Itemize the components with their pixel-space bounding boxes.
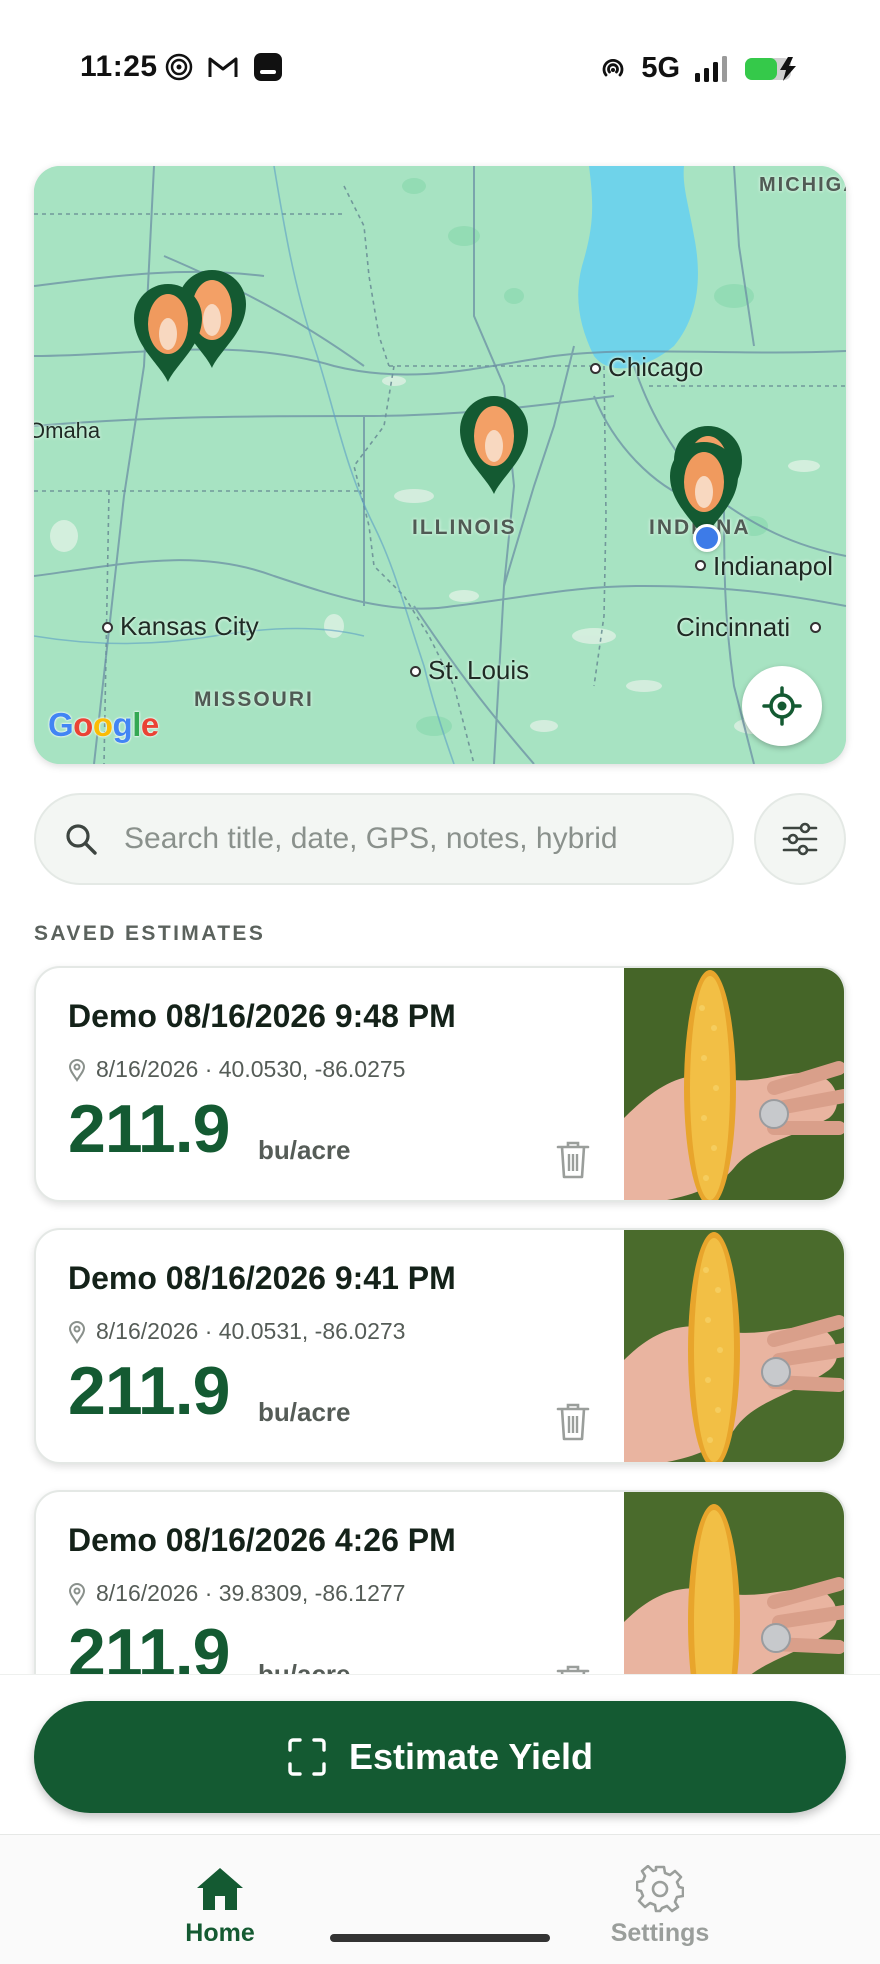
- estimate-card[interactable]: Demo 08/16/2026 9:48 PM 8/16/2026 · 40.0…: [34, 966, 846, 1202]
- estimate-yield-unit: bu/acre: [258, 1397, 351, 1427]
- map-pin-2[interactable]: [130, 280, 206, 384]
- search-icon: [66, 824, 97, 855]
- map-label-chicago: Chicago: [608, 352, 704, 382]
- estimate-date-gps: 8/16/2026 · 40.0531, -86.0273: [96, 1318, 406, 1344]
- map-label-kansas-city: Kansas City: [120, 611, 259, 641]
- estimate-title: Demo 08/16/2026 4:26 PM: [68, 1522, 456, 1558]
- map-label-missouri: MISSOURI: [194, 688, 314, 711]
- gear-icon: [636, 1865, 684, 1913]
- estimate-meta: 8/16/2026 · 40.0531, -86.0273: [68, 1318, 405, 1345]
- map-label-omaha: Omaha: [34, 418, 101, 443]
- search-input[interactable]: [124, 822, 684, 856]
- estimate-yield-unit: bu/acre: [258, 1659, 351, 1674]
- status-icons-left: [165, 52, 283, 82]
- estimate-card[interactable]: Demo 08/16/2026 4:26 PM 8/16/2026 · 39.8…: [34, 1490, 846, 1674]
- hotspot-icon: [602, 58, 624, 76]
- estimate-date-gps: 8/16/2026 · 39.8309, -86.1277: [96, 1580, 406, 1606]
- scan-frame-icon: [288, 1738, 326, 1776]
- location-pin-icon: [68, 1582, 86, 1606]
- estimate-title: Demo 08/16/2026 9:41 PM: [68, 1260, 456, 1296]
- corn-ear-photo: [624, 1230, 844, 1462]
- crosshair-icon: [762, 686, 802, 726]
- home-indicator-bar: [330, 1934, 550, 1942]
- estimate-meta: 8/16/2026 · 40.0530, -86.0275: [68, 1056, 405, 1083]
- search-bar[interactable]: [34, 793, 734, 885]
- corn-ear-photo: [624, 968, 844, 1200]
- estimate-title: Demo 08/16/2026 9:48 PM: [68, 998, 456, 1034]
- gmail-icon: [208, 57, 238, 77]
- estimate-card[interactable]: Demo 08/16/2026 9:41 PM 8/16/2026 · 40.0…: [34, 1228, 846, 1464]
- corn-ear-photo: [624, 1492, 844, 1674]
- chicago-dot: [590, 363, 601, 374]
- nav-home[interactable]: Home: [120, 1865, 320, 1948]
- map-label-michigan: MICHIGA: [759, 174, 846, 196]
- estimate-yield-label: Estimate Yield: [348, 1736, 594, 1777]
- current-location-dot: [693, 524, 721, 552]
- trash-icon[interactable]: [554, 1400, 592, 1442]
- cincinnati-dot: [810, 622, 821, 633]
- filter-button[interactable]: [754, 793, 846, 885]
- radar-icon: [165, 53, 193, 81]
- status-bar: 11:25 5G: [0, 0, 880, 140]
- location-pin-icon: [68, 1320, 86, 1344]
- trash-icon[interactable]: [554, 1138, 592, 1180]
- map-label-cincinnati: Cincinnati: [676, 612, 791, 642]
- map-label-illinois: ILLINOIS: [412, 516, 517, 539]
- my-location-button[interactable]: [742, 666, 822, 746]
- estimate-yield-value: 211.9: [68, 1353, 230, 1429]
- nav-home-label: Home: [185, 1919, 255, 1947]
- estimate-meta: 8/16/2026 · 39.8309, -86.1277: [68, 1580, 405, 1607]
- app-icon: [254, 53, 282, 81]
- trash-icon[interactable]: [554, 1662, 592, 1674]
- estimate-yield-value: 211.9: [68, 1615, 230, 1674]
- estimate-yield-button[interactable]: Estimate Yield: [34, 1701, 846, 1813]
- status-time: 11:25: [80, 50, 158, 83]
- home-icon: [197, 1868, 243, 1910]
- signal-icon: [695, 55, 727, 82]
- nav-settings-label: Settings: [610, 1919, 710, 1947]
- kansas-city-dot: [102, 622, 113, 633]
- filter-sliders-icon: [782, 822, 818, 856]
- status-icons-right: 5G: [599, 52, 802, 85]
- section-title-saved-estimates: SAVED ESTIMATES: [34, 922, 266, 945]
- network-type: 5G: [641, 52, 680, 84]
- estimate-date-gps: 8/16/2026 · 40.0530, -86.0275: [96, 1056, 406, 1082]
- map-label-st-louis: St. Louis: [428, 655, 530, 685]
- nav-settings[interactable]: Settings: [560, 1865, 760, 1948]
- google-logo: Google: [48, 706, 159, 743]
- location-pin-icon: [68, 1058, 86, 1082]
- estimate-yield-value: 211.9: [68, 1091, 230, 1167]
- indianapolis-dot: [695, 560, 706, 571]
- bottom-navigation: Home Settings: [0, 1834, 880, 1964]
- map-label-indianapolis: Indianapol: [713, 551, 833, 581]
- estimates-list[interactable]: Demo 08/16/2026 9:48 PM 8/16/2026 · 40.0…: [0, 960, 880, 1674]
- battery-charging-icon: [745, 56, 796, 81]
- st-louis-dot: [410, 666, 421, 677]
- estimate-yield-unit: bu/acre: [258, 1135, 351, 1165]
- map-pin-3[interactable]: [456, 392, 532, 496]
- map-view[interactable]: MICHIGA Chicago Omaha ILLINOIS INDIANA I…: [34, 166, 846, 764]
